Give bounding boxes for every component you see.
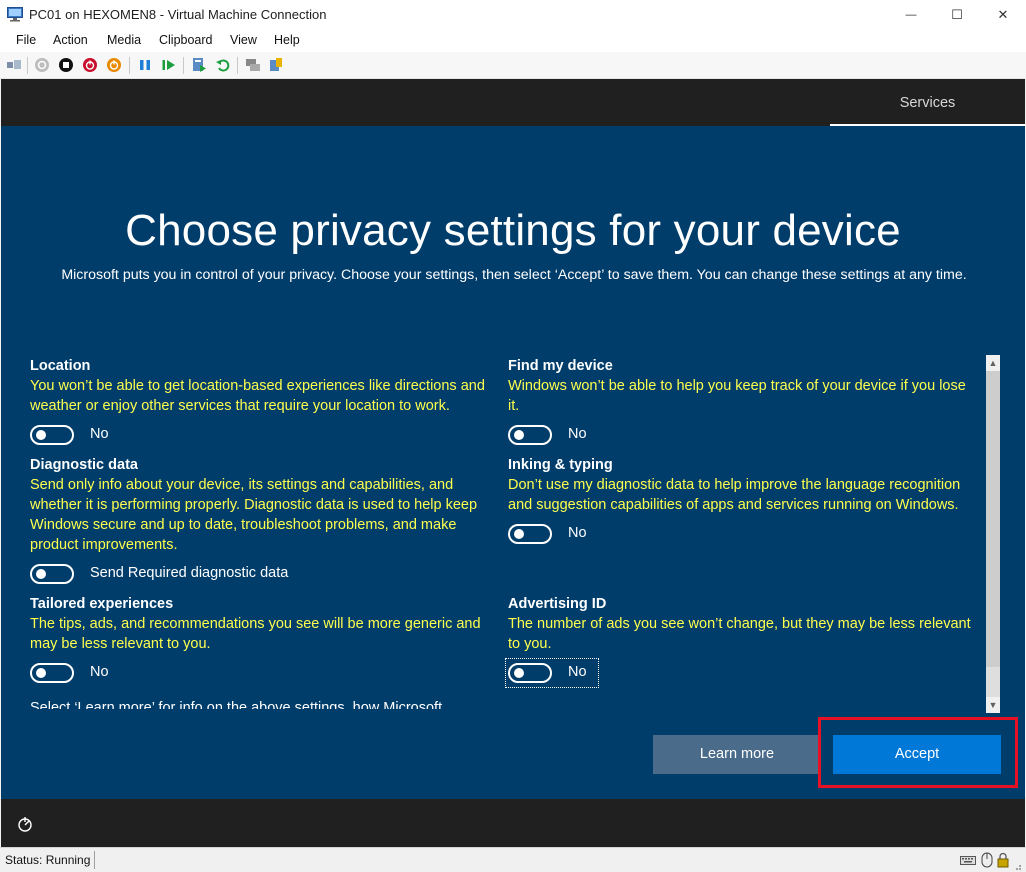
setting-title: Tailored experiences [30, 596, 174, 612]
keyboard-icon [960, 856, 976, 865]
toggle-state-label: No [568, 664, 587, 680]
minimize-icon: — [905, 9, 917, 21]
window-title: PC01 on HEXOMEN8 - Virtual Machine Conne… [29, 7, 327, 22]
setting-description: Don’t use my diagnostic data to help imp… [508, 477, 961, 513]
close-icon: ✕ [997, 7, 1009, 22]
setting-description: The number of ads you see won’t change, … [508, 616, 971, 652]
tailored-toggle[interactable] [30, 663, 74, 683]
settings-scrollbar[interactable]: ▲ ▼ [986, 355, 1000, 713]
mouse-icon [981, 852, 993, 868]
start-icon[interactable] [34, 57, 50, 73]
setting-description: Windows won’t be able to help you keep t… [508, 378, 966, 414]
setting-description: The tips, ads, and recommendations you s… [30, 616, 481, 652]
scroll-up-icon[interactable]: ▲ [986, 355, 1000, 371]
close-button[interactable]: ✕ [980, 0, 1026, 30]
setting-advertising-id: Advertising ID The number of ads you see… [505, 594, 978, 688]
shutdown-icon[interactable] [82, 57, 98, 73]
services-tab[interactable]: Services [830, 79, 1025, 126]
setting-title: Location [30, 358, 91, 374]
menu-clipboard[interactable]: Clipboard [159, 33, 213, 47]
menu-view[interactable]: View [230, 33, 257, 47]
setting-description: Send only info about your device, its se… [30, 477, 478, 553]
menu-help[interactable]: Help [274, 33, 300, 47]
advertising-toggle[interactable] [508, 663, 552, 683]
pause-icon[interactable] [137, 57, 153, 73]
location-toggle[interactable] [30, 425, 74, 445]
title-bar: PC01 on HEXOMEN8 - Virtual Machine Conne… [0, 0, 1026, 30]
setting-title: Inking & typing [508, 457, 613, 473]
toggle-state-label: No [568, 525, 587, 541]
status-bar: Status: Running [0, 847, 1026, 872]
setting-inking-typing: Inking & typing Don’t use my diagnostic … [508, 455, 978, 547]
maximize-icon: ☐ [951, 7, 963, 22]
turn-off-icon[interactable] [58, 57, 74, 73]
setting-diagnostic-data: Diagnostic data Send only info about you… [30, 455, 500, 587]
setting-title: Find my device [508, 358, 613, 374]
enhanced-session-icon[interactable] [245, 57, 261, 73]
save-icon[interactable] [106, 57, 122, 73]
toggle-state-label: No [90, 664, 109, 680]
diagnostic-toggle-row: Send Required diagnostic data [30, 563, 500, 587]
advertising-toggle-row: No [505, 658, 978, 688]
setting-description: You won’t be able to get location-based … [30, 378, 485, 414]
menu-bar: File Action Media Clipboard View Help [0, 30, 1026, 52]
learn-more-footer-text: Select ‘Learn more’ for info on the abov… [30, 700, 443, 709]
location-toggle-row: No [30, 424, 500, 448]
setting-tailored-experiences: Tailored experiences The tips, ads, and … [30, 594, 500, 686]
toggle-state-label: No [568, 426, 587, 442]
vm-bottom-bar [1, 799, 1025, 847]
share-icon[interactable] [268, 57, 284, 73]
minimize-button[interactable]: — [888, 0, 934, 30]
menu-file[interactable]: File [16, 33, 36, 47]
toolbar [0, 52, 1026, 79]
lock-icon [997, 852, 1009, 868]
settings-list: Location You won’t be able to get locati… [1, 354, 986, 709]
vm-top-bar: Services [1, 79, 1025, 126]
tailored-toggle-row: No [30, 662, 500, 686]
privacy-settings-page: Choose privacy settings for your device … [1, 126, 1025, 799]
resume-icon[interactable] [161, 57, 177, 73]
revert-icon[interactable] [215, 57, 231, 73]
learn-more-button[interactable]: Learn more [653, 735, 821, 774]
toggle-state-label: Send Required diagnostic data [90, 565, 289, 581]
resize-grip-icon[interactable] [1012, 858, 1022, 872]
checkpoint-icon[interactable] [191, 57, 207, 73]
menu-media[interactable]: Media [107, 33, 141, 47]
vm-connection-icon [7, 7, 23, 22]
diagnostic-toggle[interactable] [30, 564, 74, 584]
inking-toggle[interactable] [508, 524, 552, 544]
find-device-toggle[interactable] [508, 425, 552, 445]
setting-title: Advertising ID [508, 596, 607, 612]
ease-of-access-icon[interactable] [16, 815, 34, 833]
toggle-state-label: No [90, 426, 109, 442]
inking-toggle-row: No [508, 523, 978, 547]
accept-highlight-box [818, 717, 1018, 788]
scroll-down-icon[interactable]: ▼ [986, 697, 1000, 713]
setting-find-my-device: Find my device Windows won’t be able to … [508, 356, 978, 448]
status-text: Status: Running [5, 853, 91, 867]
find-device-toggle-row: No [508, 424, 978, 448]
menu-action[interactable]: Action [53, 33, 88, 47]
maximize-button[interactable]: ☐ [934, 0, 980, 30]
page-title: Choose privacy settings for your device [125, 206, 901, 255]
setting-title: Diagnostic data [30, 457, 138, 473]
setting-location: Location You won’t be able to get locati… [30, 356, 500, 448]
ctrl-alt-del-icon[interactable] [6, 57, 22, 73]
page-subtitle: Microsoft puts you in control of your pr… [61, 267, 967, 283]
scroll-thumb[interactable] [986, 371, 1000, 667]
